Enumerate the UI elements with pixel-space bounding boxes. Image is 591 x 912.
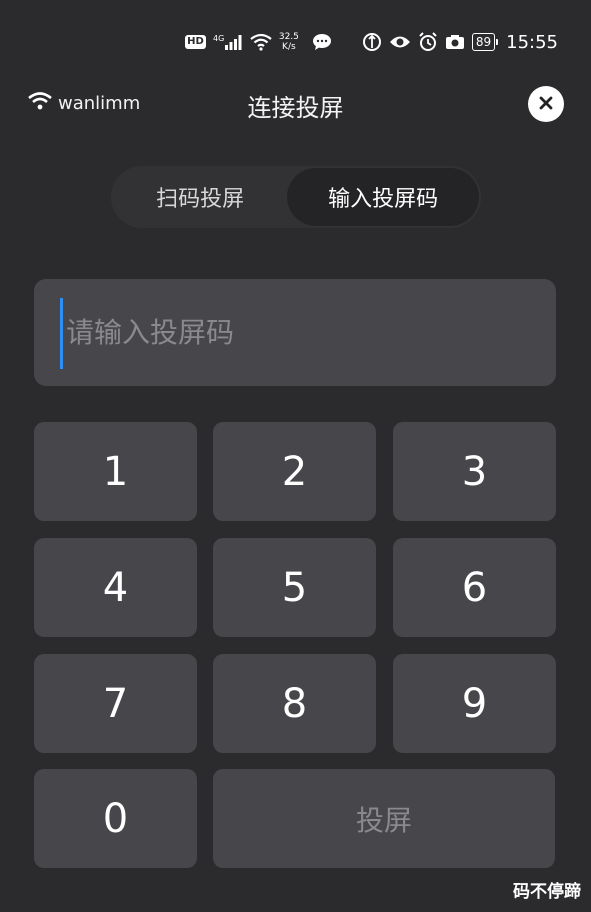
- network-type-label: 4G: [213, 34, 224, 43]
- cast-code-input[interactable]: [66, 279, 546, 386]
- key-1[interactable]: 1: [34, 422, 197, 521]
- text-caret: [60, 298, 63, 369]
- key-2[interactable]: 2: [213, 422, 376, 521]
- clock: 15:55: [506, 31, 558, 53]
- key-6[interactable]: 6: [393, 538, 556, 637]
- eye-comfort-icon: [389, 34, 411, 50]
- header: wanlimm 连接投屏: [0, 82, 591, 126]
- key-9[interactable]: 9: [393, 654, 556, 753]
- key-5[interactable]: 5: [213, 538, 376, 637]
- tab-enter-code[interactable]: 输入投屏码: [287, 168, 479, 226]
- net-speed: 32.5 K/s: [279, 32, 305, 52]
- cast-button[interactable]: 投屏: [213, 769, 555, 868]
- key-0[interactable]: 0: [34, 769, 197, 868]
- status-bar: HD 4G 32.5 K/s 89 15:55: [0, 26, 591, 58]
- close-button[interactable]: [528, 86, 564, 122]
- message-icon: [312, 33, 332, 51]
- code-input-container: [34, 279, 556, 386]
- camera-icon: [445, 34, 465, 50]
- cellular-signal-icon: 4G: [213, 33, 243, 51]
- net-speed-unit: K/s: [282, 42, 296, 52]
- data-saver-icon: [362, 32, 382, 52]
- tab-scan-code[interactable]: 扫码投屏: [113, 168, 287, 226]
- key-4[interactable]: 4: [34, 538, 197, 637]
- mode-tabs: 扫码投屏 输入投屏码: [111, 166, 481, 228]
- alarm-icon: [418, 32, 438, 52]
- net-speed-value: 32.5: [278, 32, 299, 42]
- close-icon: [539, 95, 553, 114]
- watermark: 码不停蹄: [513, 882, 581, 902]
- screen: HD 4G 32.5 K/s 89 15:55 wanlimm 连接投屏 扫码投…: [0, 0, 591, 912]
- key-8[interactable]: 8: [213, 654, 376, 753]
- key-3[interactable]: 3: [393, 422, 556, 521]
- battery-icon: 89: [471, 33, 499, 51]
- key-7[interactable]: 7: [34, 654, 197, 753]
- wifi-icon: [250, 33, 272, 51]
- hd-badge: HD: [185, 35, 206, 49]
- page-title: 连接投屏: [247, 94, 344, 122]
